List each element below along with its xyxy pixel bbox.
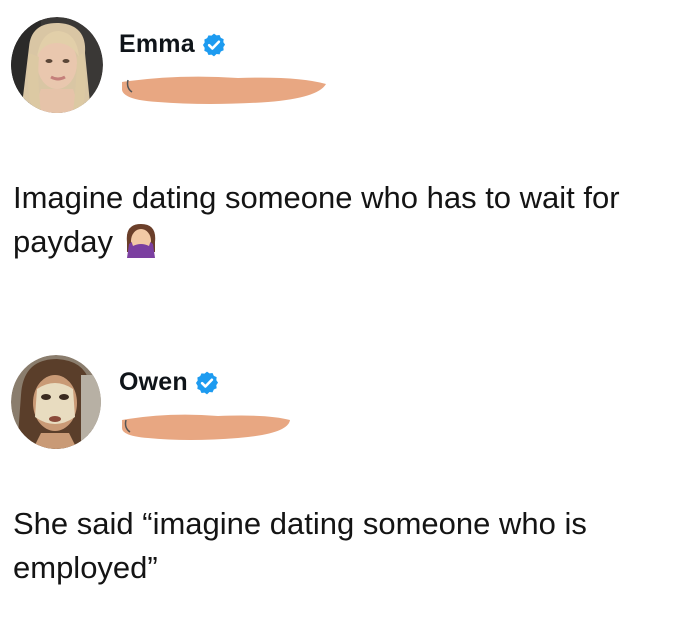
author-row: Owen [119, 368, 220, 397]
display-name[interactable]: Owen [119, 368, 188, 397]
avatar-owen[interactable] [11, 355, 101, 449]
tweet-owen[interactable]: Owen She said “imagine dating someone wh… [0, 340, 700, 618]
verified-badge-icon [194, 370, 220, 396]
display-name[interactable]: Emma [119, 30, 195, 59]
face-palm-woman-emoji-icon [121, 222, 161, 270]
tweet-body: She said “imagine dating someone who is … [13, 506, 587, 585]
verified-badge-icon [201, 32, 227, 58]
redacted-handle [118, 72, 330, 113]
tweet-text: She said “imagine dating someone who is … [13, 502, 697, 590]
redacted-handle [118, 410, 294, 449]
author-row: Emma [119, 30, 227, 59]
tweet-text: Imagine dating someone who has to wait f… [13, 176, 697, 270]
avatar-emma[interactable] [11, 17, 103, 113]
tweet-emma[interactable]: Emma Imagine dating someone who has to w… [0, 0, 700, 310]
tweet-body: Imagine dating someone who has to wait f… [13, 180, 620, 259]
